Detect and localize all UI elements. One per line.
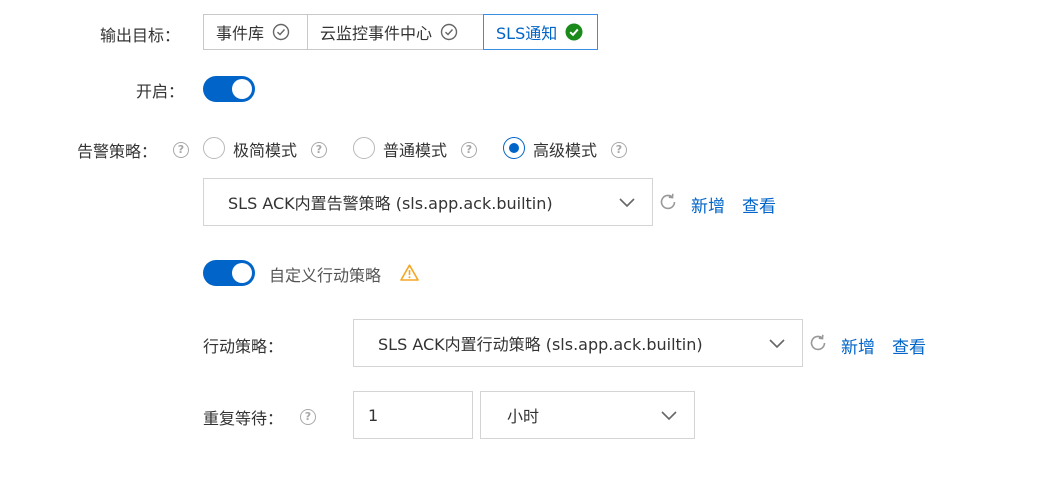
repeat-wait-unit-value: 小时 — [507, 407, 540, 426]
radio-normal-label: 普通模式 — [383, 141, 448, 160]
help-icon[interactable]: ? — [173, 142, 189, 158]
output-target-label: 输出目标： — [100, 26, 181, 45]
repeat-wait-label: 重复等待： — [203, 409, 284, 428]
action-policy-add-link[interactable]: 新增 — [841, 333, 875, 358]
target-option-event-store[interactable]: 事件库 — [203, 14, 308, 50]
radio-advanced-label: 高级模式 — [533, 141, 598, 160]
help-icon[interactable]: ? — [311, 142, 327, 158]
chevron-down-icon — [768, 335, 786, 357]
custom-action-toggle[interactable] — [203, 260, 255, 286]
target-option-label: SLS通知 — [496, 24, 558, 43]
enable-label: 开启： — [136, 82, 185, 101]
alert-policy-select-value: SLS ACK内置告警策略 (sls.app.ack.builtin) — [228, 194, 553, 213]
action-policy-view-link[interactable]: 查看 — [892, 333, 926, 358]
alert-policy-label: 告警策略： — [77, 142, 158, 161]
action-policy-label: 行动策略： — [203, 337, 284, 356]
radio-advanced-mode[interactable] — [503, 137, 525, 159]
enable-toggle[interactable] — [203, 76, 255, 102]
target-option-label: 云监控事件中心 — [320, 24, 433, 43]
alert-policy-select[interactable]: SLS ACK内置告警策略 (sls.app.ack.builtin) — [203, 178, 653, 226]
help-icon[interactable]: ? — [461, 142, 477, 158]
refresh-icon[interactable] — [807, 332, 829, 358]
refresh-icon[interactable] — [657, 191, 679, 217]
check-circle-outline-icon — [440, 23, 458, 41]
target-option-label: 事件库 — [216, 24, 265, 43]
action-policy-select[interactable]: SLS ACK内置行动策略 (sls.app.ack.builtin) — [353, 319, 803, 367]
chevron-down-icon — [660, 407, 678, 429]
radio-minimal-label: 极简模式 — [233, 141, 298, 160]
alert-policy-view-link[interactable]: 查看 — [742, 192, 776, 217]
help-icon[interactable]: ? — [611, 142, 627, 158]
radio-normal-mode[interactable] — [353, 137, 375, 159]
custom-action-label: 自定义行动策略 — [269, 266, 382, 285]
action-policy-select-value: SLS ACK内置行动策略 (sls.app.ack.builtin) — [378, 335, 703, 354]
target-option-cloudmonitor[interactable]: 云监控事件中心 — [307, 14, 484, 50]
help-icon[interactable]: ? — [300, 409, 316, 425]
alert-policy-add-link[interactable]: 新增 — [691, 192, 725, 217]
chevron-down-icon — [618, 194, 636, 216]
warning-icon — [400, 264, 419, 285]
target-option-sls[interactable]: SLS通知 — [483, 14, 598, 50]
repeat-wait-value: 1 — [368, 405, 379, 425]
check-circle-filled-icon — [565, 23, 583, 41]
radio-minimal-mode[interactable] — [203, 137, 225, 159]
check-circle-outline-icon — [272, 23, 290, 41]
repeat-wait-unit-select[interactable]: 小时 — [480, 391, 695, 439]
repeat-wait-input[interactable]: 1 — [353, 391, 473, 439]
